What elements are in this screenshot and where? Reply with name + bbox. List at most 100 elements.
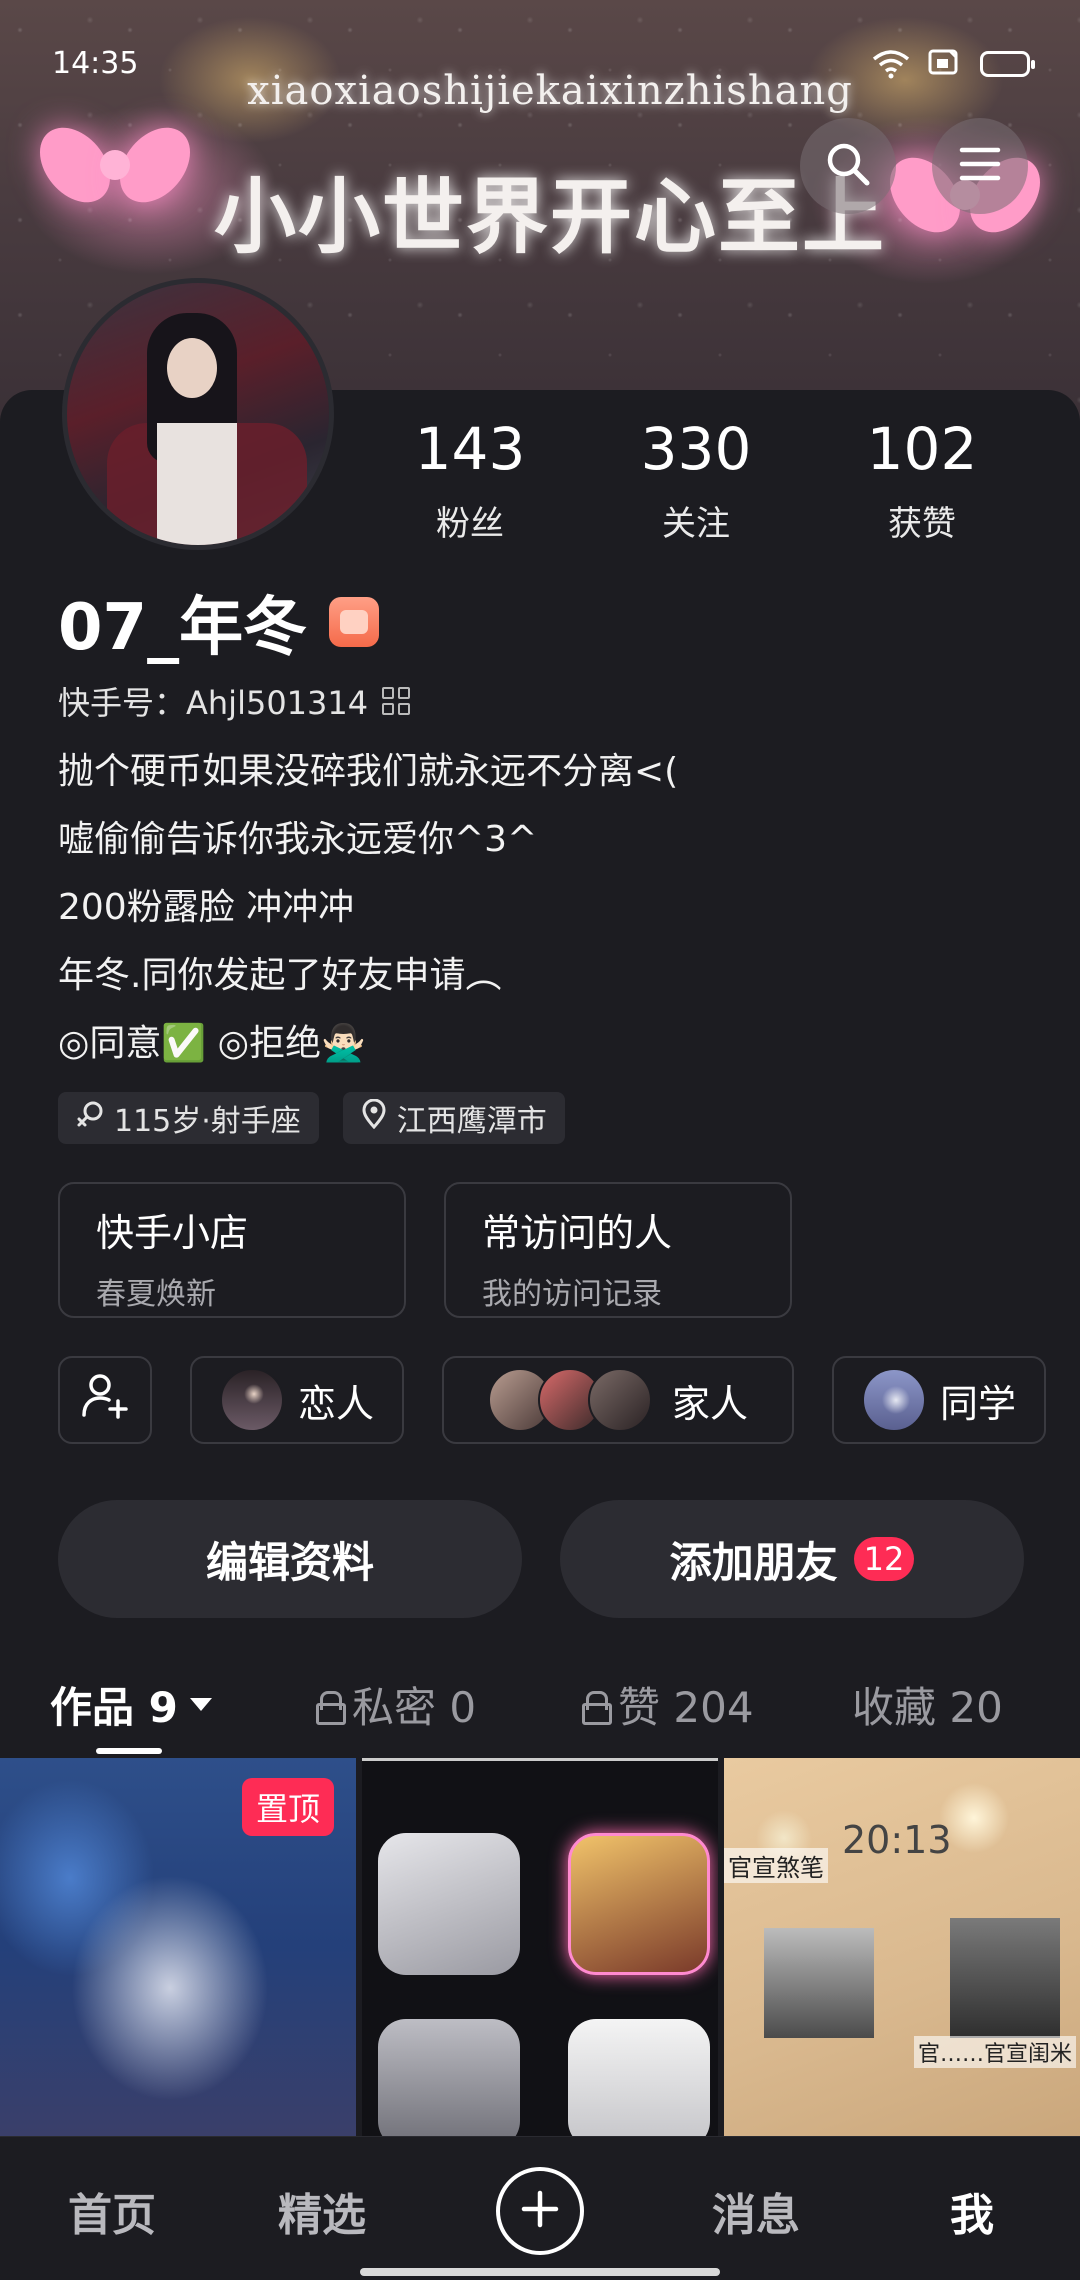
nav-featured[interactable]: 精选: [278, 2179, 366, 2243]
add-friend-button[interactable]: 添加朋友 12: [560, 1500, 1024, 1618]
works-grid: 置顶 20:13 官宣煞笔 官……官宣闺米: [0, 1758, 1080, 2136]
gender-icon: [76, 1100, 104, 1136]
content-tabs: 作品 9 私密 0 赞 204 收藏 20: [0, 1660, 1080, 1760]
lock-icon: [316, 1690, 346, 1725]
stat-label: 关注: [662, 504, 730, 544]
bio-line: 200粉露脸 冲冲冲: [58, 887, 355, 928]
card-subtitle: 春夏焕新: [96, 1277, 216, 1312]
tab-count: 0: [449, 1683, 477, 1732]
sim-icon: [928, 48, 962, 80]
menu-icon: [958, 146, 1002, 186]
create-button[interactable]: [496, 2167, 584, 2255]
avatar: [219, 1368, 284, 1432]
tab-label: 私密: [352, 1683, 437, 1732]
search-icon: [825, 141, 871, 191]
kuaishou-id: 快手号：Ahjl501314: [58, 684, 369, 722]
nav-messages[interactable]: 消息: [712, 2179, 800, 2243]
relations-row: 恋人 家人 同学: [58, 1356, 1046, 1444]
tab-favorites[interactable]: 收藏 20: [852, 1674, 1003, 1735]
stats-row: 143 粉丝 330 关注 102 获赞: [0, 418, 1080, 548]
lock-icon: [582, 1690, 612, 1725]
location-tag-label: 江西鹰潭市: [396, 1104, 547, 1139]
active-tab-indicator: [96, 1748, 162, 1754]
tab-label: 赞: [618, 1683, 661, 1732]
tab-label: 作品: [50, 1683, 135, 1732]
relation-family[interactable]: 家人: [442, 1356, 794, 1444]
stat-followers[interactable]: 143 粉丝: [390, 418, 550, 545]
relation-classmate[interactable]: 同学: [832, 1356, 1046, 1444]
menu-button[interactable]: [932, 118, 1028, 214]
profile-tags: 115岁·射手座 江西鹰潭市: [58, 1092, 565, 1144]
wifi-icon: [872, 49, 910, 79]
caret-down-icon: [189, 1698, 212, 1711]
tab-works[interactable]: 作品 9: [50, 1674, 212, 1735]
thumbnail-caption: 官宣煞笔: [724, 1848, 828, 1883]
search-button[interactable]: [800, 118, 896, 214]
bio-line: 抛个硬币如果没碎我们就永远不分离<(: [58, 751, 679, 792]
location-tag[interactable]: 江西鹰潭市: [342, 1092, 565, 1144]
status-time: 14:35: [52, 46, 139, 81]
avatar-stack: [487, 1368, 652, 1432]
app-icon: [378, 2019, 520, 2136]
tab-label: 收藏: [852, 1683, 937, 1732]
bio-line: ◎同意✅ ◎拒绝🙅🏻‍♂️: [58, 1023, 366, 1064]
card-subtitle: 我的访问记录: [482, 1277, 662, 1312]
thumbnail-caption: 官……官宣闺米: [913, 2036, 1076, 2068]
card-title: 快手小店: [96, 1211, 249, 1255]
action-buttons: 编辑资料 添加朋友 12: [58, 1500, 1024, 1618]
nav-home[interactable]: 首页: [68, 2179, 156, 2243]
feature-cards: 快手小店 春夏焕新 常访问的人 我的访问记录: [58, 1182, 792, 1318]
tab-count: 9: [148, 1683, 178, 1732]
add-user-icon: [80, 1371, 130, 1430]
bio-line: 嘘偷偷告诉你我永远爱你^3^: [58, 819, 538, 860]
avatar: [587, 1368, 652, 1432]
tab-count: 20: [949, 1683, 1003, 1732]
name-row: 07_年冬: [58, 576, 380, 668]
bow-decoration-left: [40, 117, 190, 230]
home-indicator: [360, 2268, 720, 2276]
location-icon: [361, 1098, 387, 1137]
video-thumbnail[interactable]: 20:13 官宣煞笔 官……官宣闺米: [724, 1758, 1080, 2136]
nav-me[interactable]: 我: [950, 2179, 994, 2243]
bottom-nav: 首页 精选 消息 我: [0, 2136, 1080, 2280]
tab-count: 204: [673, 1683, 754, 1732]
relation-label: 同学: [939, 1381, 1016, 1426]
tab-likes[interactable]: 赞 204: [582, 1674, 754, 1735]
qr-code-icon[interactable]: [382, 687, 411, 715]
video-thumbnail[interactable]: 置顶: [0, 1758, 356, 2136]
edit-profile-button[interactable]: 编辑资料: [58, 1500, 522, 1618]
tab-private[interactable]: 私密 0: [316, 1674, 476, 1735]
stat-likes[interactable]: 102 获赞: [842, 418, 1002, 545]
kuaishou-id-row[interactable]: 快手号：Ahjl501314: [58, 678, 411, 724]
age-tag[interactable]: 115岁·射手座: [58, 1092, 319, 1144]
card-title: 常访问的人: [482, 1211, 673, 1255]
relation-label: 家人: [671, 1381, 748, 1426]
level-badge-icon[interactable]: [329, 597, 380, 647]
app-icon: [568, 2019, 710, 2136]
add-friend-badge: 12: [853, 1537, 915, 1581]
shop-card[interactable]: 快手小店 春夏焕新: [58, 1182, 406, 1318]
stat-value: 143: [414, 415, 526, 483]
app-icon: [378, 1833, 520, 1975]
stat-value: 102: [866, 415, 978, 483]
relation-lover[interactable]: 恋人: [190, 1356, 404, 1444]
relation-label: 恋人: [297, 1381, 374, 1426]
add-friend-label: 添加朋友: [669, 1537, 838, 1587]
bio-line: 年冬.同你发起了好友申请︵: [58, 955, 502, 996]
bio: 抛个硬币如果没碎我们就永远不分离<( 嘘偷偷告诉你我永远爱你^3^ 200粉露脸…: [58, 738, 678, 1078]
video-thumbnail[interactable]: [362, 1758, 718, 2136]
status-icons: [872, 48, 1035, 80]
stat-following[interactable]: 330 关注: [616, 418, 776, 545]
stat-label: 获赞: [888, 504, 956, 544]
avatar: [861, 1368, 926, 1432]
photo-thumbnail: [764, 1928, 874, 2038]
add-relation-button[interactable]: [58, 1356, 152, 1444]
edit-profile-label: 编辑资料: [205, 1537, 374, 1587]
game-app-icon: [568, 1833, 710, 1975]
age-tag-label: 115岁·射手座: [114, 1104, 301, 1139]
visitors-card[interactable]: 常访问的人 我的访问记录: [444, 1182, 792, 1318]
banner-subtitle: xiaoxiaoshijiekaixinzhishang: [247, 68, 853, 114]
stat-value: 330: [640, 415, 752, 483]
user-name: 07_年冬: [58, 591, 308, 665]
battery-icon: [980, 51, 1035, 77]
